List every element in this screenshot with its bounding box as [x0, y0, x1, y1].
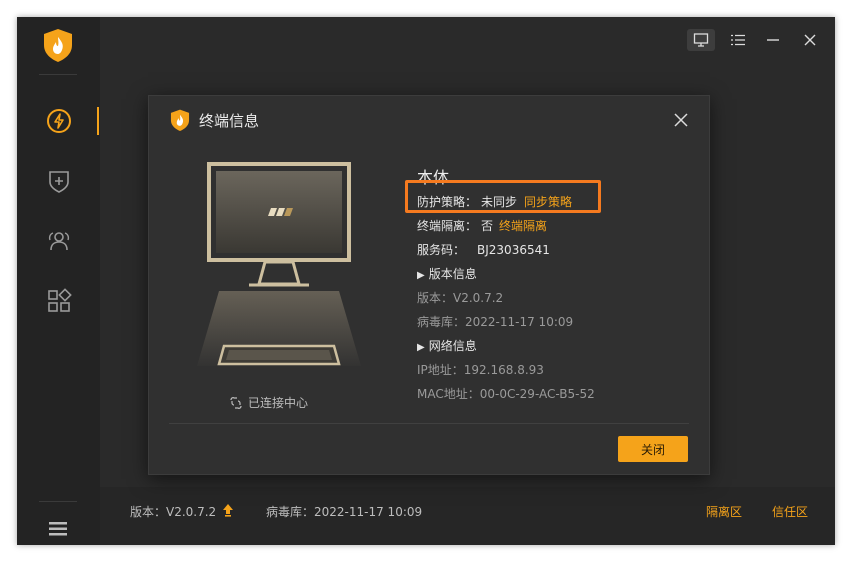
isolation-row: 终端隔离：否终端隔离 — [417, 219, 548, 233]
ip-line: IP地址：192.168.8.93 — [417, 363, 544, 377]
connection-status: 已连接中心 — [229, 394, 308, 411]
mini-mode-icon — [693, 33, 709, 47]
upgrade-arrow-icon[interactable] — [222, 503, 234, 517]
monitor-illustration — [197, 162, 361, 366]
trust-zone-link[interactable]: 信任区 — [772, 503, 808, 520]
apps-grid-icon[interactable] — [46, 288, 72, 314]
link-icon — [230, 396, 242, 409]
expand-triangle-icon: ▶ — [417, 270, 425, 281]
quarantine-link[interactable]: 隔离区 — [706, 503, 742, 520]
sidebar — [17, 17, 100, 545]
mini-mode-button[interactable] — [687, 29, 715, 51]
shield-flame-logo — [170, 109, 190, 131]
close-window-button[interactable] — [796, 29, 824, 51]
expand-triangle-icon: ▶ — [417, 342, 425, 353]
sidebar-divider — [39, 74, 77, 75]
version-section-toggle[interactable]: ▶ 版本信息 — [417, 265, 477, 282]
mac-line: MAC地址：00-0C-29-AC-B5-52 — [417, 387, 595, 401]
policy-highlight-box — [405, 180, 601, 213]
list-menu-button[interactable] — [724, 29, 752, 51]
shield-plus-icon[interactable] — [46, 168, 72, 194]
network-section-toggle[interactable]: ▶ 网络信息 — [417, 337, 477, 354]
active-indicator — [97, 107, 99, 135]
terminal-info-dialog: 终端信息 已连接中心 本体 防护策略： 未同步 同步策略 终端隔离： 否 终端隔… — [148, 95, 710, 475]
dialog-close-icon[interactable] — [671, 110, 691, 130]
menu-list-icon — [731, 34, 745, 46]
dialog-divider — [169, 423, 689, 424]
lightning-icon[interactable] — [46, 108, 72, 134]
app-window: 版本：V2.0.7.2 病毒库：2022-11-17 10:09 隔离区 信任区… — [17, 17, 835, 545]
version-line: 版本：V2.0.7.2 — [417, 291, 504, 305]
sidebar-divider-bottom — [39, 501, 77, 502]
connection-status-text: 已连接中心 — [248, 396, 309, 410]
minimize-button[interactable] — [759, 29, 787, 51]
shield-flame-logo — [44, 29, 72, 62]
service-code-row: 服务码： BJ23036541 — [417, 243, 550, 257]
minimize-icon — [767, 39, 779, 41]
hamburger-menu-icon[interactable] — [49, 522, 67, 536]
close-icon — [804, 34, 816, 46]
dialog-title: 终端信息 — [199, 112, 260, 130]
footer-virus-db: 病毒库：2022-11-17 10:09 — [266, 505, 423, 519]
close-button[interactable]: 关闭 — [618, 436, 688, 462]
users-icon[interactable] — [46, 228, 72, 254]
virus-db-line: 病毒库：2022-11-17 10:09 — [417, 315, 574, 329]
terminal-isolation-link[interactable]: 终端隔离 — [499, 219, 547, 233]
footer-version: 版本：V2.0.7.2 — [130, 505, 217, 519]
